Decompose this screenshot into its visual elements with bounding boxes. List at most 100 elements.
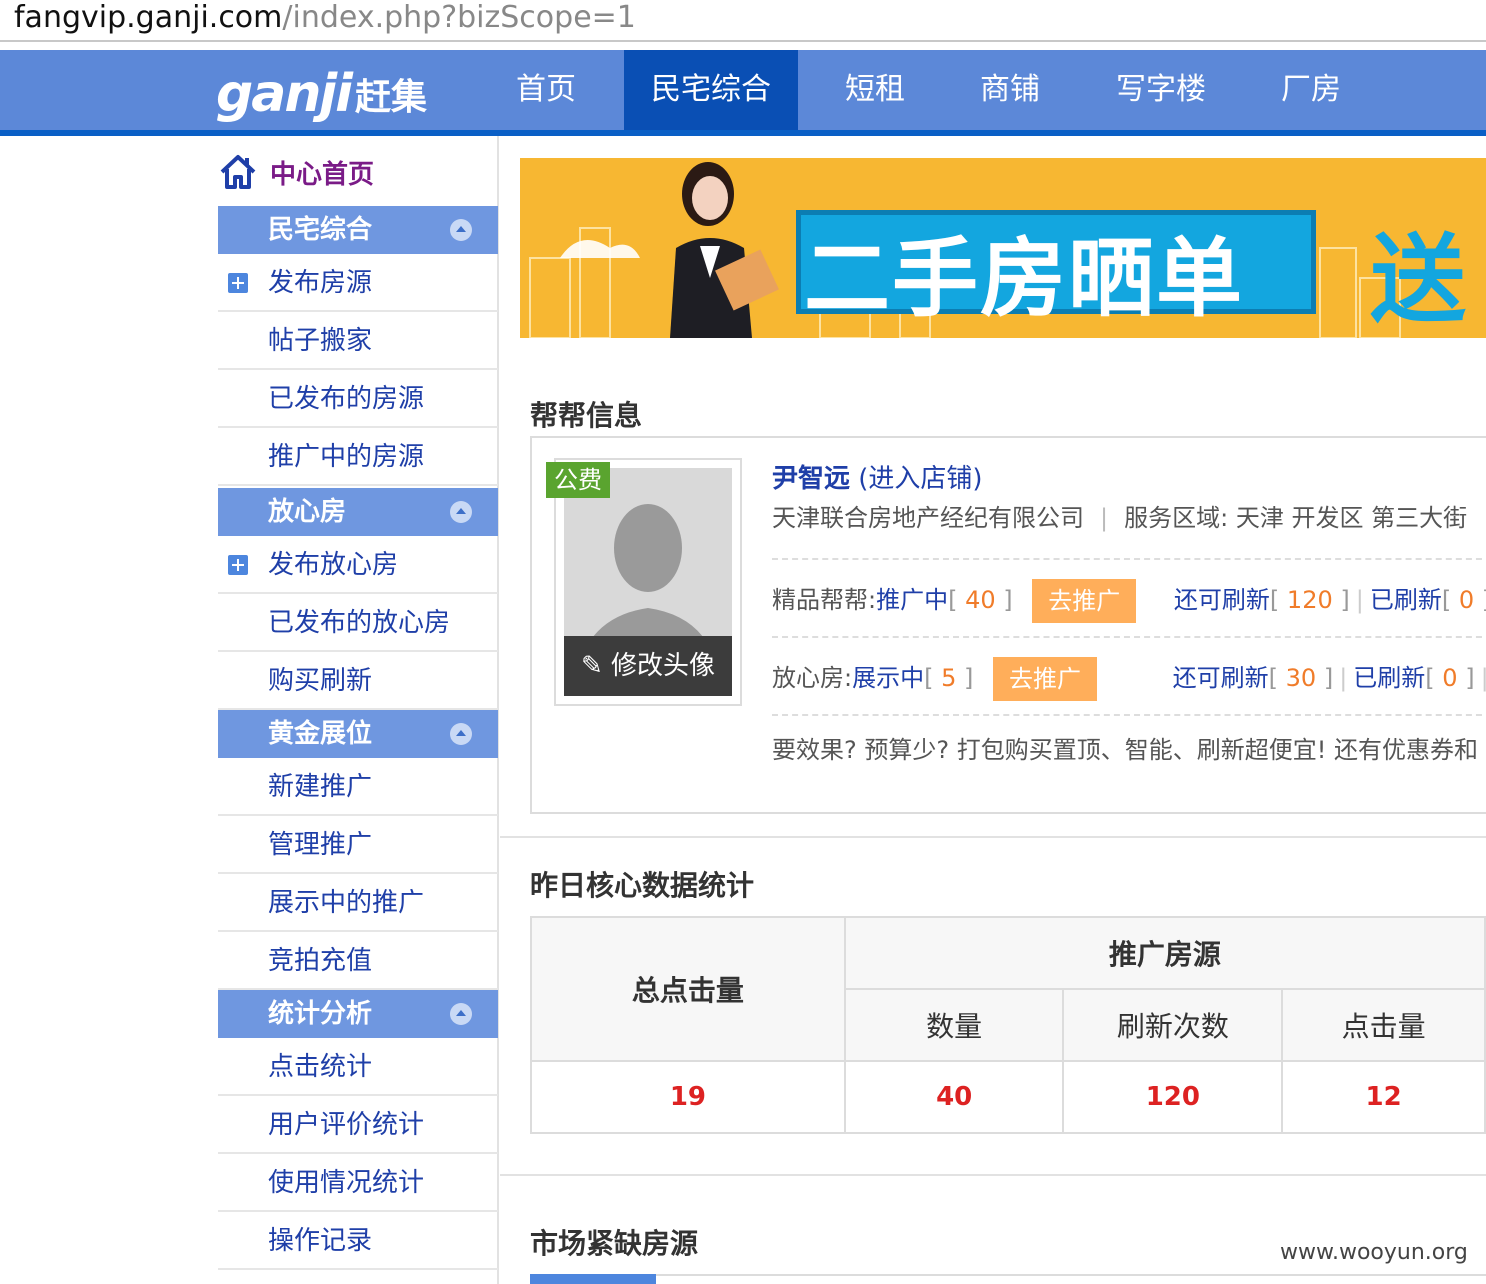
home-icon bbox=[220, 155, 256, 189]
watermark-text: www.wooyun.org bbox=[1280, 1240, 1468, 1265]
promo-banner[interactable]: 二手房晒单 送 bbox=[520, 158, 1486, 338]
top-navigation: ganji 赶集 首页 民宅综合 短租 商铺 写字楼 厂房 bbox=[0, 50, 1486, 136]
enter-shop-link[interactable]: (进入店铺) bbox=[858, 464, 982, 494]
market-tab-bar bbox=[530, 1274, 1486, 1284]
trusted-row: 放心房:展示中[ 5 ] 去推广 还可刷新[ 30 ] | 已刷新[ 0 ] | bbox=[772, 654, 1486, 702]
promo-text: 要效果? 预算少? 打包购买置顶、智能、刷新超便宜! 还有优惠券和 bbox=[772, 736, 1478, 764]
separator: | bbox=[1100, 504, 1109, 532]
sidebar-section-gold-booth[interactable]: 黄金展位 bbox=[218, 710, 498, 758]
sidebar-item-usage-stats[interactable]: 使用情况统计 bbox=[218, 1154, 498, 1212]
sidebar-section-trusted[interactable]: 放心房 bbox=[218, 488, 498, 536]
sidebar-home-label: 中心首页 bbox=[270, 159, 375, 190]
service-area: 天津 开发区 第三大街 bbox=[1235, 504, 1468, 532]
premium-row: 精品帮帮:推广中[ 40 ] 去推广 还可刷新[ 120 ]|已刷新[ 0 ]| bbox=[772, 576, 1486, 624]
sidebar-item-operation-log[interactable]: 操作记录 bbox=[218, 1212, 498, 1270]
banner-title-suffix: 送 bbox=[1370, 224, 1466, 336]
premium-refresh-left[interactable]: 还可刷新[ 120 ] bbox=[1174, 586, 1350, 614]
promoted-listings-header: 推广房源 bbox=[843, 916, 1486, 990]
sidebar-item-label: 发布房源 bbox=[268, 268, 373, 298]
nav-short-rent[interactable]: 短租 bbox=[820, 50, 930, 130]
section-title: 放心房 bbox=[268, 497, 347, 527]
stats-table: 总点击量 推广房源 数量 刷新次数 点击量 19 40 120 12 bbox=[530, 916, 1486, 1134]
logo-text-cn: 赶集 bbox=[354, 77, 427, 118]
sidebar-item-click-stats[interactable]: 点击统计 bbox=[218, 1038, 498, 1096]
agent-info-card: ✎ 修改头像 公费 尹智远 (进入店铺) 天津联合房地产经纪有限公司 | 服务区域:… bbox=[530, 436, 1486, 814]
sidebar-item-promoting-listings[interactable]: 推广中的房源 bbox=[218, 428, 498, 486]
service-area-label: 服务区域: bbox=[1124, 504, 1229, 532]
count-header: 数量 bbox=[843, 988, 1065, 1062]
sidebar-item-publish-listing[interactable]: 发布房源 bbox=[218, 254, 498, 312]
refresh-count-value: 120 bbox=[1062, 1060, 1284, 1134]
section-divider bbox=[500, 836, 1486, 838]
divider bbox=[772, 714, 1486, 716]
sidebar-item-published-listings[interactable]: 已发布的房源 bbox=[218, 370, 498, 428]
premium-refreshed[interactable]: 已刷新[ 0 ] bbox=[1370, 586, 1486, 614]
section-title-yesterday-stats: 昨日核心数据统计 bbox=[530, 869, 755, 902]
trusted-refreshed[interactable]: 已刷新[ 0 ] bbox=[1353, 664, 1474, 692]
sidebar-section-residential[interactable]: 民宅综合 bbox=[218, 206, 498, 254]
avatar: ✎ 修改头像 bbox=[564, 468, 732, 696]
trusted-count: 5 bbox=[941, 664, 957, 692]
plus-icon bbox=[228, 273, 248, 293]
section-title: 黄金展位 bbox=[268, 719, 373, 749]
total-clicks-header: 总点击量 bbox=[530, 916, 846, 1062]
divider bbox=[772, 558, 1486, 560]
banner-title: 二手房晒单 bbox=[804, 229, 1244, 329]
plus-icon bbox=[228, 555, 248, 575]
clicks-header: 点击量 bbox=[1281, 988, 1486, 1062]
edit-avatar-label: 修改头像 bbox=[611, 651, 716, 681]
section-divider bbox=[500, 1174, 1486, 1176]
company-line: 天津联合房地产经纪有限公司 | 服务区域: 天津 开发区 第三大街 bbox=[772, 498, 1467, 533]
clicks-value: 12 bbox=[1281, 1060, 1486, 1134]
collapse-icon[interactable] bbox=[450, 501, 472, 523]
section-title-market-shortage: 市场紧缺房源 bbox=[530, 1227, 699, 1260]
section-title: 民宅综合 bbox=[268, 215, 373, 245]
ganji-logo[interactable]: ganji 赶集 bbox=[216, 62, 427, 126]
refresh-count-header: 刷新次数 bbox=[1062, 988, 1284, 1062]
premium-label: 精品帮帮: bbox=[772, 586, 877, 614]
collapse-icon[interactable] bbox=[450, 723, 472, 745]
pencil-icon: ✎ bbox=[580, 651, 612, 681]
logo-text-en: ganji bbox=[216, 64, 353, 124]
sidebar-item-publish-trusted[interactable]: 发布放心房 bbox=[218, 536, 498, 594]
section-title: 统计分析 bbox=[268, 999, 373, 1029]
url-text: fangvip.ganji.com/index.php?bizScope=1 bbox=[14, 0, 636, 35]
sidebar-item-new-promotion[interactable]: 新建推广 bbox=[218, 758, 498, 816]
sidebar-section-statistics[interactable]: 统计分析 bbox=[218, 990, 498, 1038]
sidebar-item-bid-recharge[interactable]: 竞拍充值 bbox=[218, 932, 498, 990]
trusted-status-link[interactable]: 展示中[ 5 ] bbox=[852, 664, 973, 692]
divider bbox=[772, 636, 1486, 638]
browser-address-bar[interactable]: fangvip.ganji.com/index.php?bizScope=1 bbox=[0, 0, 1486, 42]
nav-residential[interactable]: 民宅综合 bbox=[624, 50, 798, 130]
premium-promote-button[interactable]: 去推广 bbox=[1032, 579, 1137, 623]
nav-office[interactable]: 写字楼 bbox=[1100, 50, 1222, 130]
sidebar: 中心首页 民宅综合 发布房源 帖子搬家 已发布的房源 推广中的房源 放心房 发布… bbox=[218, 136, 499, 1284]
sidebar-item-label: 发布放心房 bbox=[268, 550, 399, 580]
spokesperson-image bbox=[670, 162, 779, 338]
sidebar-item-review-stats[interactable]: 用户评价统计 bbox=[218, 1096, 498, 1154]
sidebar-item-published-trusted[interactable]: 已发布的放心房 bbox=[218, 594, 498, 652]
trusted-label: 放心房: bbox=[772, 664, 853, 692]
premium-status-link[interactable]: 推广中[ 40 ] bbox=[876, 586, 1013, 614]
collapse-icon[interactable] bbox=[450, 1003, 472, 1025]
sidebar-item-move-posts[interactable]: 帖子搬家 bbox=[218, 312, 498, 370]
sidebar-home-link[interactable]: 中心首页 bbox=[218, 150, 374, 194]
agent-name-link[interactable]: 尹智远 bbox=[772, 464, 850, 494]
sidebar-item-showing-promotion[interactable]: 展示中的推广 bbox=[218, 874, 498, 932]
total-clicks-value: 19 bbox=[530, 1060, 846, 1134]
nav-shops[interactable]: 商铺 bbox=[955, 50, 1065, 130]
collapse-icon[interactable] bbox=[450, 219, 472, 241]
count-value: 40 bbox=[843, 1060, 1065, 1134]
active-tab-indicator[interactable] bbox=[530, 1274, 656, 1284]
trusted-promote-button[interactable]: 去推广 bbox=[993, 657, 1098, 701]
trusted-refresh-left[interactable]: 还可刷新[ 30 ] bbox=[1173, 664, 1334, 692]
agent-header: 尹智远 (进入店铺) bbox=[772, 458, 983, 495]
sidebar-item-buy-refresh[interactable]: 购买刷新 bbox=[218, 652, 498, 710]
funding-badge: 公费 bbox=[546, 462, 610, 498]
nav-factory[interactable]: 厂房 bbox=[1256, 50, 1366, 130]
nav-home[interactable]: 首页 bbox=[490, 50, 602, 130]
company-name: 天津联合房地产经纪有限公司 bbox=[772, 504, 1084, 532]
sidebar-item-manage-promotion[interactable]: 管理推广 bbox=[218, 816, 498, 874]
section-title-bangbang-info: 帮帮信息 bbox=[530, 399, 643, 432]
edit-avatar-button[interactable]: ✎ 修改头像 bbox=[564, 636, 732, 696]
